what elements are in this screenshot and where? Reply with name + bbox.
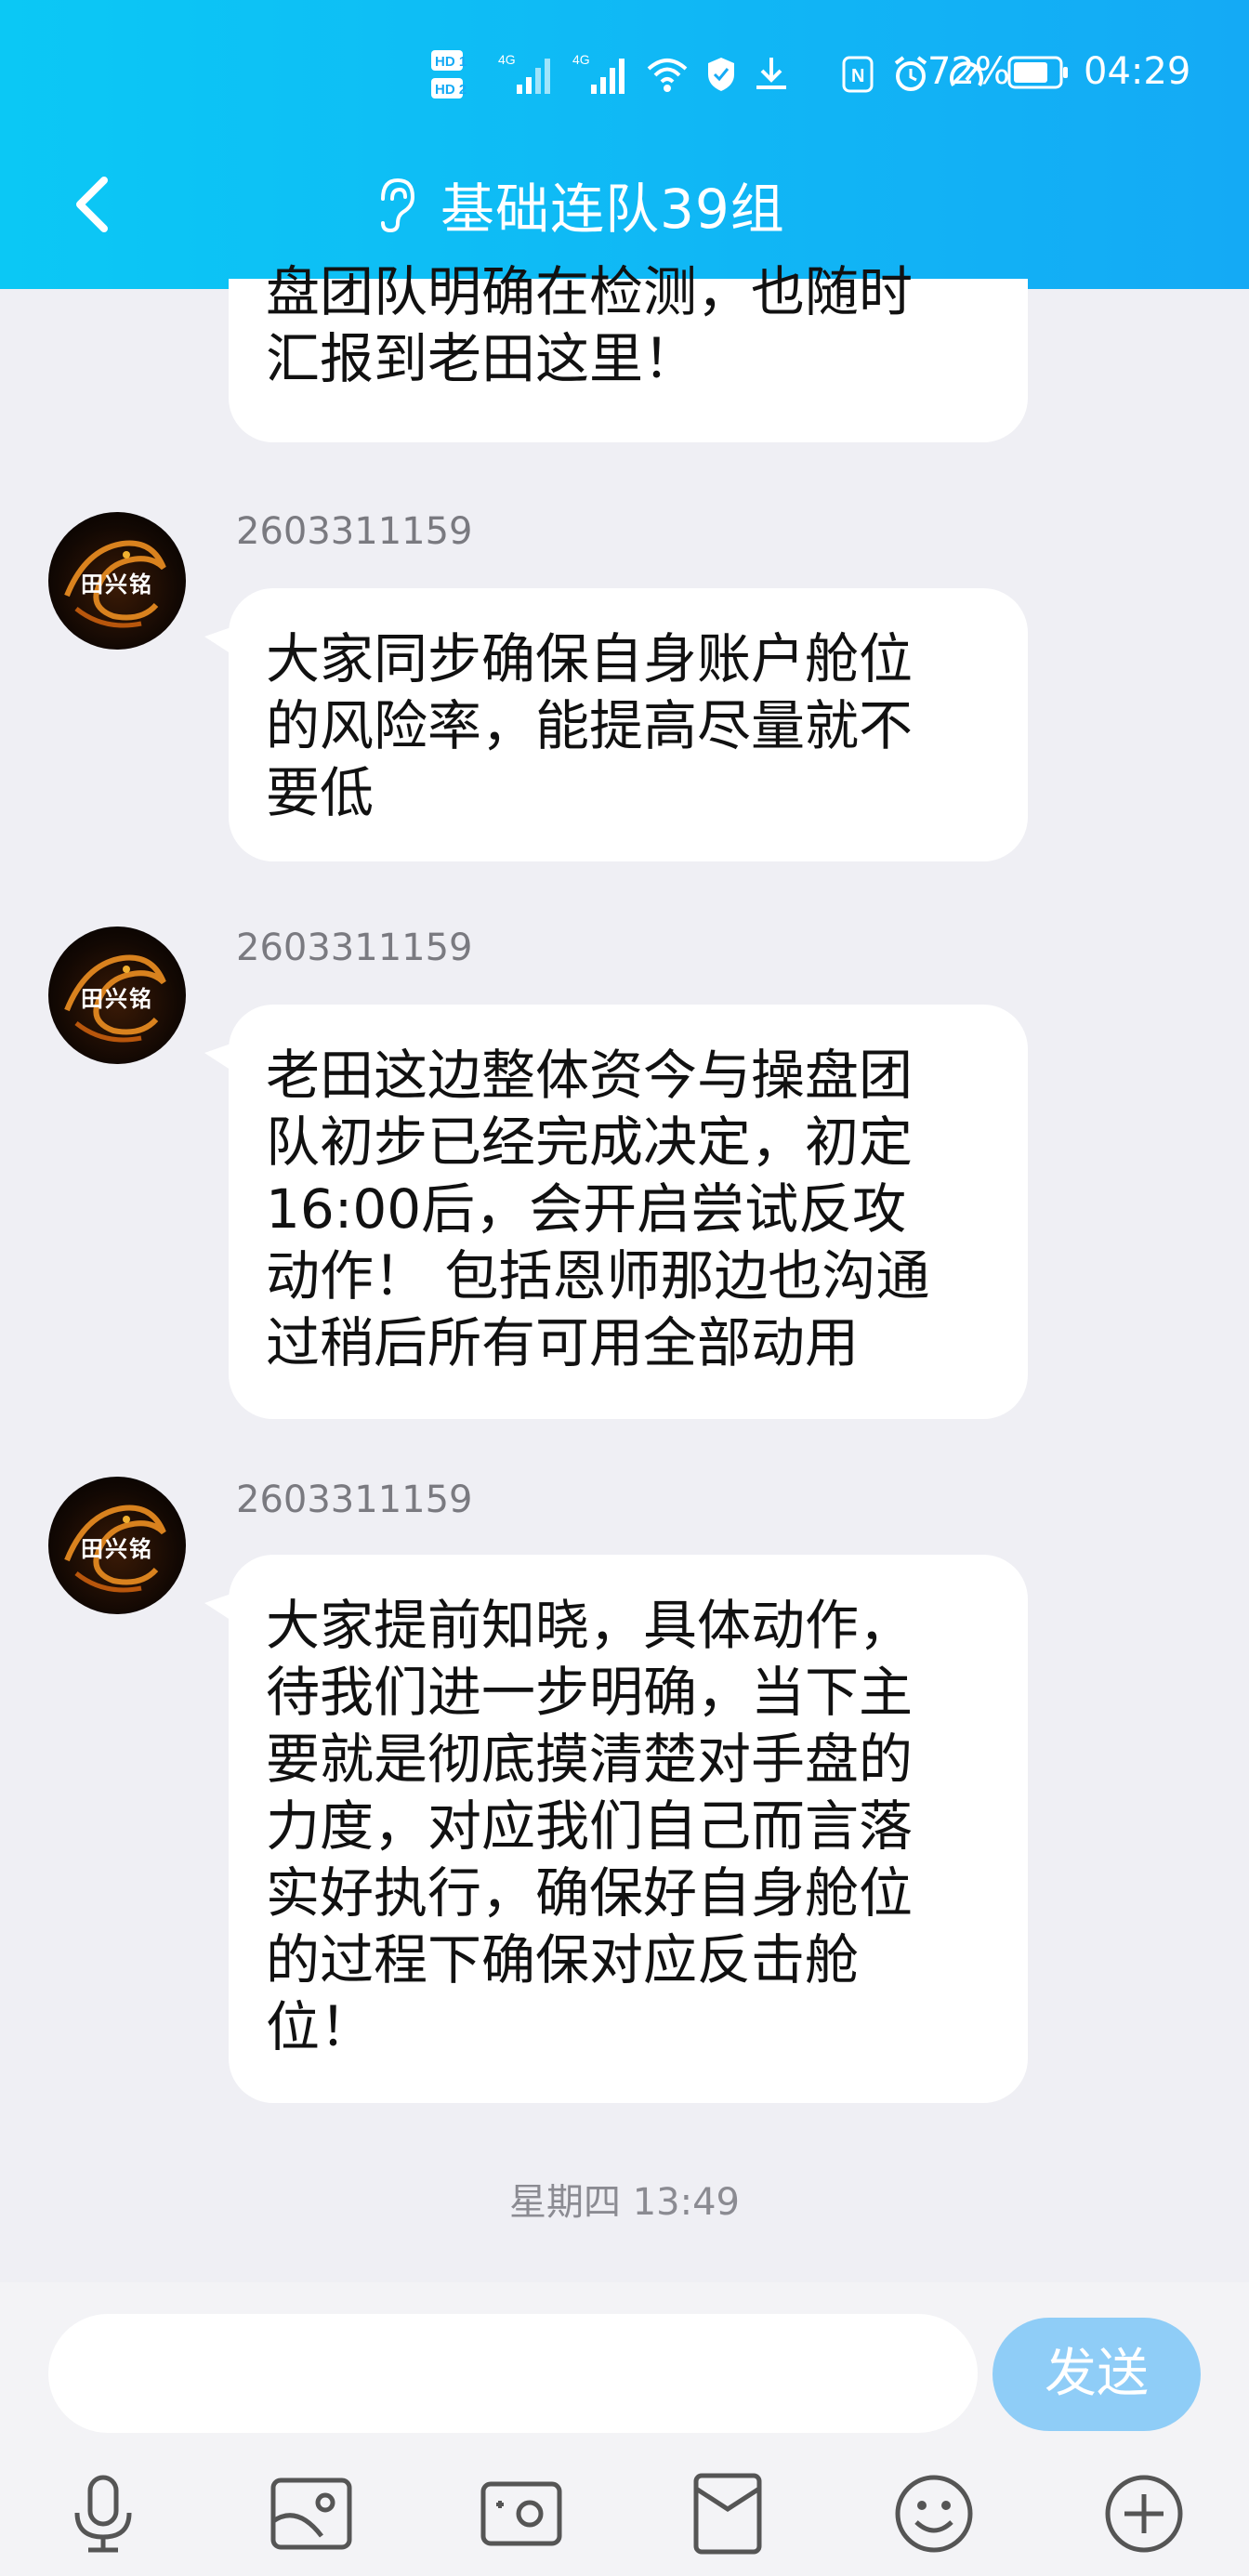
message-line: 大家同步确保自身账户舱位: [266, 627, 914, 690]
microphone-icon: [74, 2475, 132, 2553]
sim1-label: HD 1: [435, 54, 467, 70]
message-line: 实好执行，确保好自身舱位: [266, 1861, 914, 1925]
battery-icon: [1007, 56, 1068, 89]
message-line: 16:00后，会开启尝试反攻: [266, 1177, 907, 1241]
status-bar: HD 1 HD 2 4G 4G N 72% 04:29: [0, 0, 1249, 149]
back-button[interactable]: [65, 167, 121, 242]
sender-id: 2603311159: [236, 927, 473, 969]
chevron-left-icon: [76, 177, 108, 232]
avatar[interactable]: 田兴铭: [48, 512, 186, 650]
wifi-icon: [647, 59, 688, 92]
camera-button[interactable]: [470, 2463, 572, 2565]
send-button[interactable]: 发送: [993, 2318, 1201, 2431]
message-line: 力度，对应我们自己而言落: [266, 1794, 914, 1858]
voice-button[interactable]: [52, 2463, 154, 2565]
emoji-icon: [895, 2475, 973, 2553]
chat-title: 基础连队39组: [440, 177, 785, 241]
message-bubble[interactable]: 大家提前知晓，具体动作， 待我们进一步明确，当下主 要就是彻底摸清楚对手盘的 力…: [229, 1555, 1028, 2103]
signal-2-icon: 4G: [572, 52, 624, 94]
message-line: 队初步已经完成决定，初定: [266, 1111, 914, 1174]
net1-label: 4G: [498, 52, 516, 67]
avatar-text: 田兴铭: [81, 985, 153, 1012]
signal-1-icon: 4G: [498, 52, 550, 94]
message-line: 盘团队明确在检测，也随时: [266, 260, 914, 323]
message-line: 待我们进一步明确，当下主: [266, 1661, 914, 1724]
header: HD 1 HD 2 4G 4G N 72% 04:29 基础连队39组: [0, 0, 1249, 289]
message-line: 老田这边整体资今与操盘团: [266, 1044, 914, 1107]
message-bubble[interactable]: 老田这边整体资今与操盘团 队初步已经完成决定，初定 16:00后，会开启尝试反攻…: [229, 1005, 1028, 1419]
status-icons: HD 1 HD 2 4G 4G N: [431, 46, 985, 102]
status-time: 04:29: [1084, 50, 1191, 93]
message-line: 动作！ 包括恩师那边也沟通: [266, 1244, 930, 1308]
emoji-button[interactable]: [883, 2463, 985, 2565]
composer-bar: 发送: [0, 2282, 1249, 2576]
svg-text:N: N: [851, 66, 864, 86]
avatar-text: 田兴铭: [81, 1535, 153, 1562]
red-packet-icon: [693, 2473, 762, 2555]
sender-id: 2603311159: [236, 510, 473, 553]
alarm-icon: [894, 56, 927, 91]
sim2-label: HD 2: [435, 82, 467, 98]
message-line: 的过程下确保对应反击舱: [266, 1928, 860, 1991]
avatar[interactable]: 田兴铭: [48, 1477, 186, 1614]
shield-icon: [708, 58, 734, 91]
message-line: 大家提前知晓，具体动作，: [266, 1594, 914, 1657]
image-button[interactable]: [260, 2463, 362, 2565]
chat-title-area: 基础连队39组: [372, 167, 785, 242]
message-line: 要低: [266, 761, 375, 824]
camera-icon: [480, 2481, 562, 2546]
message-line: 要就是彻底摸清楚对手盘的: [266, 1728, 914, 1791]
sim-hd-icon: HD 1 HD 2: [431, 50, 467, 99]
time-divider: 星期四 13:49: [509, 2181, 740, 2224]
message-bubble[interactable]: 大家同步确保自身账户舱位 的风险率，能提高尽量就不 要低: [229, 588, 1028, 861]
net2-label: 4G: [572, 52, 590, 67]
message-line: 汇报到老田这里！: [266, 327, 698, 390]
plus-button[interactable]: [1093, 2463, 1195, 2565]
nfc-icon: N: [842, 56, 874, 93]
composer-toolbar: [0, 2463, 1249, 2565]
message-line: 的风险率，能提高尽量就不: [266, 694, 914, 757]
download-icon: [756, 58, 786, 89]
avatar[interactable]: 田兴铭: [48, 927, 186, 1064]
image-icon: [270, 2477, 352, 2550]
message-bubble[interactable]: 盘团队明确在检测，也随时 汇报到老田这里！: [229, 260, 1028, 442]
red-packet-button[interactable]: [677, 2463, 779, 2565]
message-line: 过稍后所有可用全部动用: [266, 1311, 860, 1374]
sender-id: 2603311159: [236, 1479, 473, 1521]
plus-icon: [1105, 2475, 1183, 2553]
battery-percent: 72%: [927, 50, 1010, 93]
ear-icon: [381, 177, 415, 233]
message-line: 位！: [266, 1995, 375, 2058]
message-input[interactable]: [48, 2314, 978, 2433]
avatar-text: 田兴铭: [81, 571, 153, 598]
